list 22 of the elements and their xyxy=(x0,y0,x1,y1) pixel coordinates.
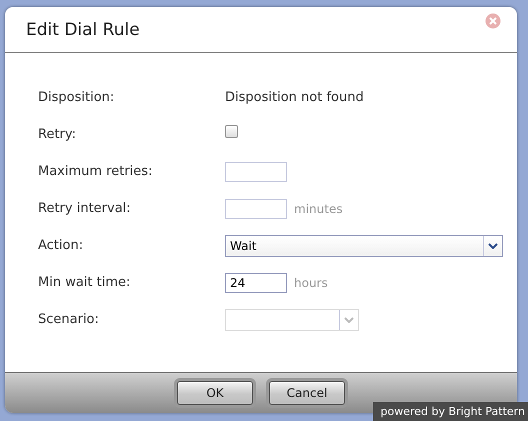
field-label: Retry: xyxy=(38,127,78,142)
input-field[interactable]: 24 xyxy=(225,272,287,292)
close-icon[interactable] xyxy=(485,13,501,29)
dialog-button[interactable]: Cancel xyxy=(269,381,345,405)
field-label: Action: xyxy=(38,238,84,253)
powered-by-badge: powered by Bright Pattern xyxy=(372,402,528,421)
chevron-icon xyxy=(344,316,354,322)
unit-label: hours xyxy=(294,276,328,290)
field-label: Maximum retries: xyxy=(38,164,154,179)
unit-label: minutes xyxy=(294,202,343,216)
dialog-title: Edit Dial Rule xyxy=(26,20,140,40)
field-label: Scenario: xyxy=(38,312,100,327)
field-value: Disposition not found xyxy=(225,90,364,105)
input-field[interactable] xyxy=(225,162,287,182)
field-label: Retry interval: xyxy=(38,201,132,216)
field-label: Disposition: xyxy=(38,90,116,105)
retry-checkbox[interactable] xyxy=(225,125,238,138)
dropdown[interactable]: Wait xyxy=(225,234,503,256)
input-field[interactable] xyxy=(225,198,287,218)
dialog-button[interactable]: OK xyxy=(177,381,253,405)
field-label: Min wait time: xyxy=(38,275,132,290)
chevron-icon xyxy=(488,242,498,248)
